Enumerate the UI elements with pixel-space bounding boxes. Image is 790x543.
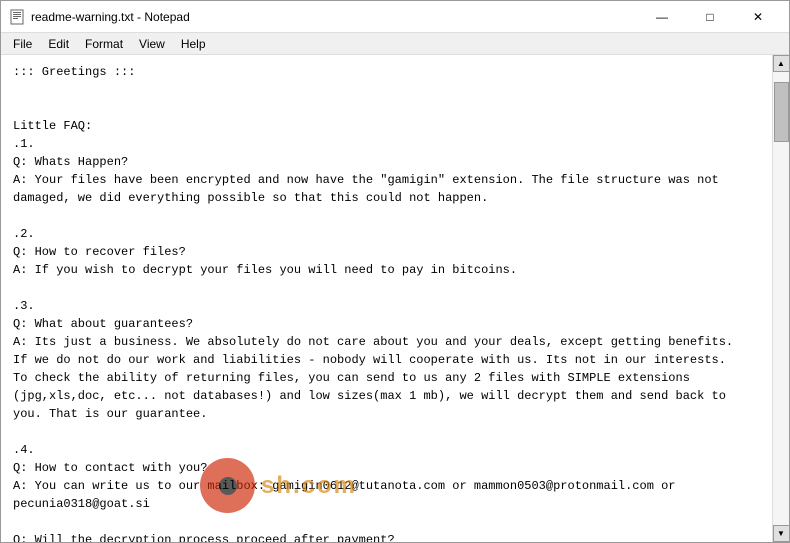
text-editor[interactable]: ::: Greetings ::: Little FAQ: .1. Q: Wha… xyxy=(1,55,772,542)
window-controls: — □ ✕ xyxy=(639,5,781,29)
notepad-icon xyxy=(9,9,25,25)
menu-view[interactable]: View xyxy=(131,35,173,52)
scroll-up-button[interactable]: ▲ xyxy=(773,55,790,72)
menu-file[interactable]: File xyxy=(5,35,40,52)
maximize-button[interactable]: □ xyxy=(687,5,733,29)
scroll-thumb[interactable] xyxy=(774,82,789,142)
menu-edit[interactable]: Edit xyxy=(40,35,77,52)
scrollbar[interactable]: ▲ ▼ xyxy=(772,55,789,542)
content-area: ::: Greetings ::: Little FAQ: .1. Q: Wha… xyxy=(1,55,789,542)
title-bar-left: readme-warning.txt - Notepad xyxy=(9,9,190,25)
scroll-down-button[interactable]: ▼ xyxy=(773,525,790,542)
title-bar: readme-warning.txt - Notepad — □ ✕ xyxy=(1,1,789,33)
window-title: readme-warning.txt - Notepad xyxy=(31,10,190,24)
close-button[interactable]: ✕ xyxy=(735,5,781,29)
minimize-button[interactable]: — xyxy=(639,5,685,29)
menu-help[interactable]: Help xyxy=(173,35,214,52)
notepad-window: readme-warning.txt - Notepad — □ ✕ File … xyxy=(0,0,790,543)
menu-bar: File Edit Format View Help xyxy=(1,33,789,55)
scroll-track[interactable] xyxy=(773,72,789,525)
menu-format[interactable]: Format xyxy=(77,35,131,52)
